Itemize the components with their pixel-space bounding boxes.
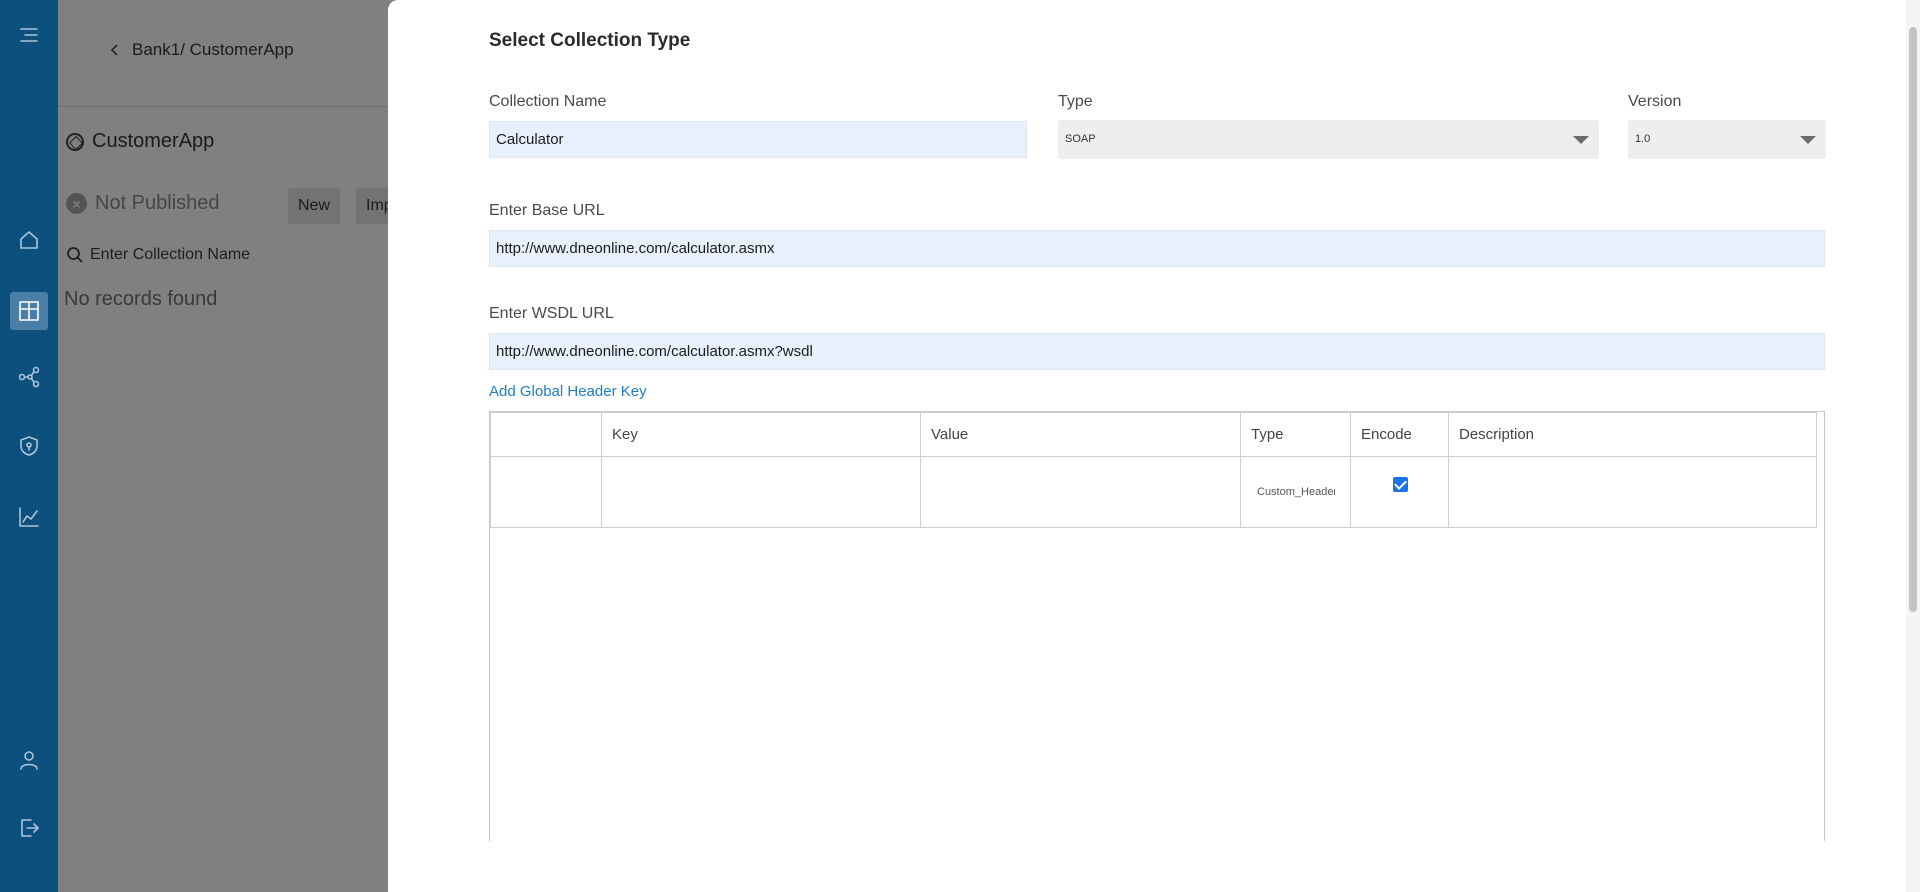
nav-rail <box>0 0 58 892</box>
home-icon[interactable] <box>15 226 43 254</box>
modal-scrollbar[interactable] <box>1906 0 1920 892</box>
breadcrumb: Bank1/ CustomerApp <box>132 40 294 59</box>
encode-checkbox[interactable] <box>1393 477 1408 493</box>
chevron-left-icon <box>110 44 118 56</box>
column-header <box>490 412 602 457</box>
wsdl-url-label: Enter WSDL URL <box>489 305 614 322</box>
background-app: Bank1/ CustomerApp CustomerApp × Not Pub… <box>58 0 396 892</box>
column-header-description: Description <box>1448 412 1817 457</box>
search-bar[interactable]: Enter Collection Name <box>66 246 250 264</box>
scrollbar-thumb[interactable] <box>1909 27 1917 612</box>
key-cell[interactable] <box>601 456 921 528</box>
chart-icon[interactable] <box>15 503 43 531</box>
modal-title: Select Collection Type <box>489 30 691 51</box>
dashboard-icon[interactable] <box>10 292 48 330</box>
share-icon[interactable] <box>15 363 43 391</box>
wsdl-url-input[interactable]: http://www.dneonline.com/calculator.asmx… <box>489 333 1825 370</box>
app-icon <box>66 132 84 151</box>
add-global-header-link[interactable]: Add Global Header Key <box>489 383 647 400</box>
user-icon[interactable] <box>15 746 43 774</box>
base-url-input[interactable]: http://www.dneonline.com/calculator.asmx <box>489 230 1825 267</box>
table-row: Custom_Header <box>490 456 1817 528</box>
close-circle-icon: × <box>66 193 87 214</box>
header-table: Key Value Type Encode Description Custom… <box>489 411 1825 841</box>
column-header-type: Type <box>1240 412 1351 457</box>
version-label: Version <box>1628 93 1682 110</box>
app-name: CustomerApp <box>92 130 215 152</box>
version-select-value: 1.0 <box>1635 133 1651 145</box>
search-placeholder[interactable]: Enter Collection Name <box>90 246 250 264</box>
chevron-down-icon <box>1800 136 1816 144</box>
background-header: Bank1/ CustomerApp <box>58 0 388 107</box>
row-actions-cell <box>490 456 602 528</box>
menu-icon[interactable] <box>15 21 43 49</box>
collection-modal: Select Collection Type Collection Name C… <box>388 0 1920 892</box>
search-icon <box>67 247 83 263</box>
status-text: Not Published <box>95 192 220 214</box>
value-cell[interactable] <box>920 456 1241 528</box>
collection-name-input[interactable]: Calculator <box>489 121 1027 158</box>
column-header-value: Value <box>920 412 1241 457</box>
type-label: Type <box>1058 93 1093 110</box>
type-select-value: SOAP <box>1065 133 1096 145</box>
base-url-label: Enter Base URL <box>489 202 605 219</box>
empty-state: No records found <box>64 288 218 310</box>
new-button[interactable]: New <box>288 188 341 224</box>
back-link[interactable]: Bank1/ CustomerApp <box>108 40 294 60</box>
app-title: CustomerApp <box>66 130 214 153</box>
status-badge: × Not Published <box>66 192 220 215</box>
collection-name-label: Collection Name <box>489 93 607 110</box>
type-cell[interactable]: Custom_Header <box>1240 456 1351 528</box>
shield-icon[interactable] <box>15 432 43 460</box>
chevron-down-icon <box>1573 136 1589 144</box>
column-header-encode: Encode <box>1350 412 1449 457</box>
logout-icon[interactable] <box>15 814 43 842</box>
version-select[interactable]: 1.0 <box>1628 120 1826 159</box>
column-header-key: Key <box>601 412 921 457</box>
type-select[interactable]: SOAP <box>1058 120 1599 159</box>
description-cell[interactable] <box>1448 456 1817 528</box>
type-cell-value[interactable]: Custom_Header <box>1241 486 1335 498</box>
encode-cell <box>1350 456 1449 528</box>
table-header-row: Key Value Type Encode Description <box>490 412 1817 457</box>
